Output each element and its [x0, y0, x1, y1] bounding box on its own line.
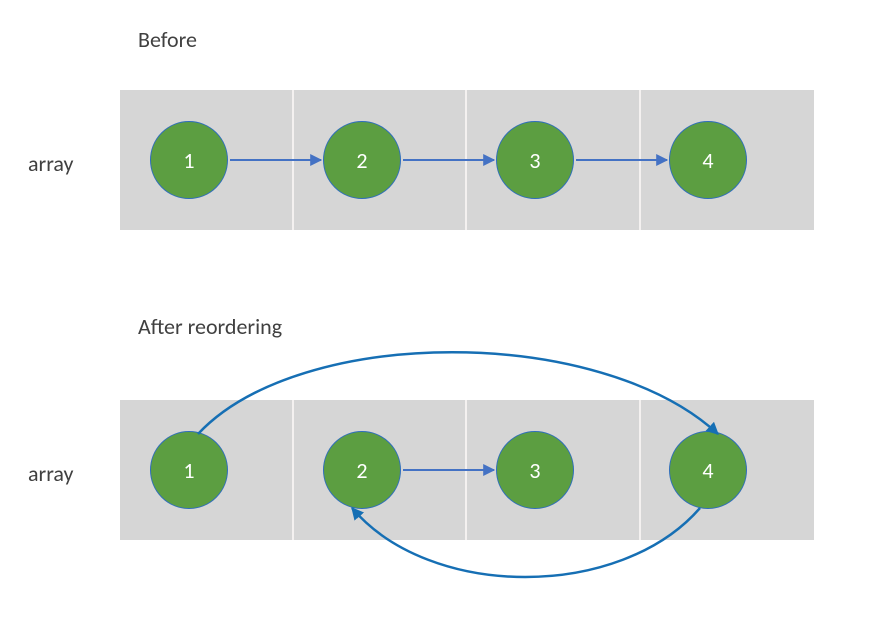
- node-before-1: 1: [150, 121, 228, 199]
- after-array-label: array: [28, 460, 74, 487]
- node-label: 3: [529, 147, 540, 174]
- node-label: 3: [529, 457, 540, 484]
- node-after-2: 2: [323, 431, 401, 509]
- node-label: 4: [702, 147, 713, 174]
- node-label: 1: [183, 457, 194, 484]
- node-after-4: 4: [669, 431, 747, 509]
- node-before-3: 3: [496, 121, 574, 199]
- node-label: 2: [356, 457, 367, 484]
- node-before-2: 2: [323, 121, 401, 199]
- node-after-3: 3: [496, 431, 574, 509]
- before-array-label: array: [28, 150, 74, 177]
- node-before-4: 4: [669, 121, 747, 199]
- diagram-stage: Before array 1 2 3 4 After reordering ar…: [0, 0, 878, 633]
- node-label: 2: [356, 147, 367, 174]
- node-label: 1: [183, 147, 194, 174]
- before-title: Before: [138, 26, 197, 53]
- after-title: After reordering: [138, 313, 282, 340]
- node-label: 4: [702, 457, 713, 484]
- node-after-1: 1: [150, 431, 228, 509]
